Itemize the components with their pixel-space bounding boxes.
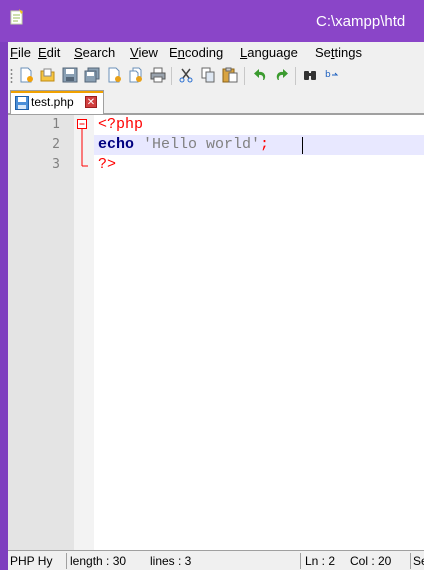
undo-icon[interactable] — [252, 67, 268, 83]
line-number: 2 — [52, 137, 60, 152]
menu-language[interactable]: Language — [240, 45, 298, 60]
save-all-icon[interactable] — [84, 67, 100, 83]
fold-margin — [74, 115, 94, 551]
toolbar-separator — [244, 67, 245, 85]
document-tab-bar: test.php ✕ — [8, 89, 424, 114]
paste-icon[interactable] — [222, 67, 238, 83]
menu-edit[interactable]: Edit — [38, 45, 60, 60]
menu-file[interactable]: File — [10, 45, 31, 60]
new-file-icon[interactable] — [18, 67, 34, 83]
svg-text:b: b — [325, 70, 331, 80]
copy-icon[interactable] — [200, 67, 216, 83]
app-client-area: File Edit Search View Encoding Language … — [8, 42, 424, 570]
code-line[interactable]: <?php — [98, 115, 143, 135]
text-caret — [302, 137, 303, 154]
window-title: C:\xampp\htd — [316, 13, 406, 30]
tab-label: test.php — [31, 95, 74, 109]
tab-test-php[interactable]: test.php ✕ — [10, 90, 104, 114]
toolbar: b — [8, 64, 424, 88]
code-editor[interactable]: 1 2 3 <?php echo 'Hello world'; ?> — [8, 114, 424, 551]
status-selection: Se — [413, 554, 424, 568]
menu-settings[interactable]: Settings — [315, 45, 362, 60]
code-line[interactable]: echo 'Hello world'; — [98, 135, 269, 155]
menu-search[interactable]: Search — [74, 45, 115, 60]
title-bar: C:\xampp\htd — [0, 0, 424, 42]
redo-icon[interactable] — [274, 67, 290, 83]
code-line[interactable]: ?> — [98, 155, 116, 175]
print-icon[interactable] — [150, 67, 166, 83]
cut-icon[interactable] — [178, 67, 194, 83]
close-all-icon[interactable] — [128, 67, 144, 83]
status-language: PHP Hy — [10, 554, 53, 568]
save-icon[interactable] — [62, 67, 78, 83]
menu-encoding[interactable]: Encoding — [169, 45, 223, 60]
open-file-icon[interactable] — [40, 67, 56, 83]
replace-icon[interactable]: b — [324, 67, 340, 83]
menu-bar: File Edit Search View Encoding Language … — [8, 42, 424, 64]
status-line-number: Ln : 2 — [305, 554, 336, 568]
menu-view[interactable]: View — [130, 45, 158, 60]
find-icon[interactable] — [302, 67, 318, 83]
toolbar-grip[interactable] — [10, 68, 13, 84]
status-separator — [410, 553, 411, 569]
line-number: 1 — [52, 117, 60, 132]
status-separator — [66, 553, 67, 569]
status-bar: PHP Hy length : 30 lines : 3 Ln : 2 Col … — [8, 550, 424, 570]
toolbar-separator — [171, 67, 172, 85]
tab-close-icon[interactable]: ✕ — [85, 96, 97, 108]
status-separator — [300, 553, 301, 569]
toolbar-separator — [295, 67, 296, 85]
status-lines: lines : 3 — [150, 554, 192, 568]
line-number: 3 — [52, 157, 60, 172]
line-number-gutter — [8, 115, 74, 551]
close-file-icon[interactable] — [106, 67, 122, 83]
status-column: Col : 20 — [350, 554, 392, 568]
status-length: length : 30 — [70, 554, 127, 568]
saved-file-icon — [15, 96, 29, 110]
notepad-plus-plus-app-icon[interactable] — [10, 9, 24, 25]
fold-markers — [77, 119, 88, 167]
